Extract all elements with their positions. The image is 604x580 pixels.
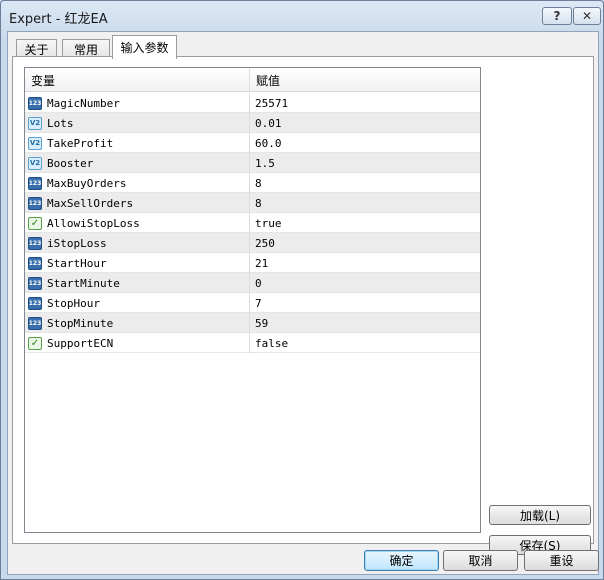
table-row[interactable]: 123 iStopLoss 250 — [25, 233, 480, 253]
parameters-grid: 变量 赋值 123 MagicNumber 25571 V2 Lots 0.01 V2 Tak… — [24, 67, 481, 533]
double-type-icon: V2 — [28, 116, 42, 130]
cancel-button[interactable]: 取消 — [443, 550, 518, 571]
double-type-icon: V2 — [28, 156, 42, 170]
int-type-icon: 123 — [28, 236, 42, 250]
variable-name: Booster — [47, 156, 94, 170]
value-cell[interactable]: 8 — [251, 173, 480, 193]
variable-name: StartMinute — [47, 276, 120, 290]
bool-type-icon: ✓ — [28, 336, 42, 350]
int-type-icon: 123 — [28, 316, 42, 330]
variable-cell: V2 Lots — [25, 113, 250, 133]
table-row[interactable]: 123 StopHour 7 — [25, 293, 480, 313]
table-row[interactable]: ✓ AllowiStopLoss true — [25, 213, 480, 233]
table-row[interactable]: ✓ SupportECN false — [25, 333, 480, 353]
value-cell[interactable]: 0.01 — [251, 113, 480, 133]
value-cell[interactable]: 21 — [251, 253, 480, 273]
variable-cell: 123 StartMinute — [25, 273, 250, 293]
grid-header: 变量 赋值 — [25, 68, 480, 92]
int-type-icon: 123 — [28, 196, 42, 210]
variable-name: AllowiStopLoss — [47, 216, 140, 230]
title-bar: Expert - 红龙EA ? ✕ — [1, 1, 603, 31]
variable-name: Lots — [47, 116, 74, 130]
variable-cell: 123 iStopLoss — [25, 233, 250, 253]
variable-name: StartHour — [47, 256, 107, 270]
help-button[interactable]: ? — [542, 7, 572, 25]
variable-name: StopHour — [47, 296, 100, 310]
variable-name: TakeProfit — [47, 136, 114, 150]
int-type-icon: 123 — [28, 296, 42, 310]
int-type-icon: 123 — [28, 256, 42, 270]
bool-type-icon: ✓ — [28, 216, 42, 230]
load-button[interactable]: 加载(L) — [489, 505, 591, 525]
column-header-value[interactable]: 赋值 — [250, 68, 480, 92]
reset-button[interactable]: 重设 — [524, 550, 599, 571]
variable-name: StopMinute — [47, 316, 114, 330]
table-row[interactable]: V2 Booster 1.5 — [25, 153, 480, 173]
expert-dialog: Expert - 红龙EA ? ✕ 关于 常用 输入参数 变量 赋值 123 Ma… — [0, 0, 604, 580]
variable-cell: 123 MaxSellOrders — [25, 193, 250, 213]
value-cell[interactable]: 250 — [251, 233, 480, 253]
close-button[interactable]: ✕ — [573, 7, 601, 25]
dialog-body: 关于 常用 输入参数 变量 赋值 123 MagicNumber 25571 V2 Lo… — [7, 31, 599, 575]
int-type-icon: 123 — [28, 276, 42, 290]
table-row[interactable]: 123 MagicNumber 25571 — [25, 93, 480, 113]
value-cell[interactable]: 0 — [251, 273, 480, 293]
table-row[interactable]: 123 MaxBuyOrders 8 — [25, 173, 480, 193]
table-row[interactable]: 123 MaxSellOrders 8 — [25, 193, 480, 213]
variable-cell: 123 MaxBuyOrders — [25, 173, 250, 193]
variable-cell: V2 TakeProfit — [25, 133, 250, 153]
variable-name: MagicNumber — [47, 96, 120, 110]
variable-name: MaxSellOrders — [47, 196, 134, 210]
ok-button[interactable]: 确定 — [364, 550, 439, 571]
value-cell[interactable]: true — [251, 213, 480, 233]
value-cell[interactable]: 8 — [251, 193, 480, 213]
value-cell[interactable]: 60.0 — [251, 133, 480, 153]
variable-cell: V2 Booster — [25, 153, 250, 173]
int-type-icon: 123 — [28, 176, 42, 190]
table-row[interactable]: 123 StartMinute 0 — [25, 273, 480, 293]
value-cell[interactable]: 25571 — [251, 93, 480, 113]
table-row[interactable]: V2 Lots 0.01 — [25, 113, 480, 133]
variable-cell: 123 StopMinute — [25, 313, 250, 333]
variable-name: SupportECN — [47, 336, 114, 350]
value-cell[interactable]: 1.5 — [251, 153, 480, 173]
variable-name: iStopLoss — [47, 236, 107, 250]
int-type-icon: 123 — [28, 96, 42, 110]
variable-cell: ✓ AllowiStopLoss — [25, 213, 250, 233]
value-cell[interactable]: false — [251, 333, 480, 353]
table-row[interactable]: V2 TakeProfit 60.0 — [25, 133, 480, 153]
column-header-variable[interactable]: 变量 — [25, 68, 250, 92]
variable-cell: 123 MagicNumber — [25, 93, 250, 113]
double-type-icon: V2 — [28, 136, 42, 150]
window-title: Expert - 红龙EA — [9, 12, 108, 27]
value-cell[interactable]: 59 — [251, 313, 480, 333]
variable-cell: 123 StopHour — [25, 293, 250, 313]
tab-inputs[interactable]: 输入参数 — [112, 35, 177, 59]
value-cell[interactable]: 7 — [251, 293, 480, 313]
variable-cell: 123 StartHour — [25, 253, 250, 273]
inputs-panel: 变量 赋值 123 MagicNumber 25571 V2 Lots 0.01 V2 Tak… — [12, 56, 594, 555]
table-row[interactable]: 123 StartHour 21 — [25, 253, 480, 273]
table-row[interactable]: 123 StopMinute 59 — [25, 313, 480, 333]
variable-cell: ✓ SupportECN — [25, 333, 250, 353]
variable-name: MaxBuyOrders — [47, 176, 127, 190]
